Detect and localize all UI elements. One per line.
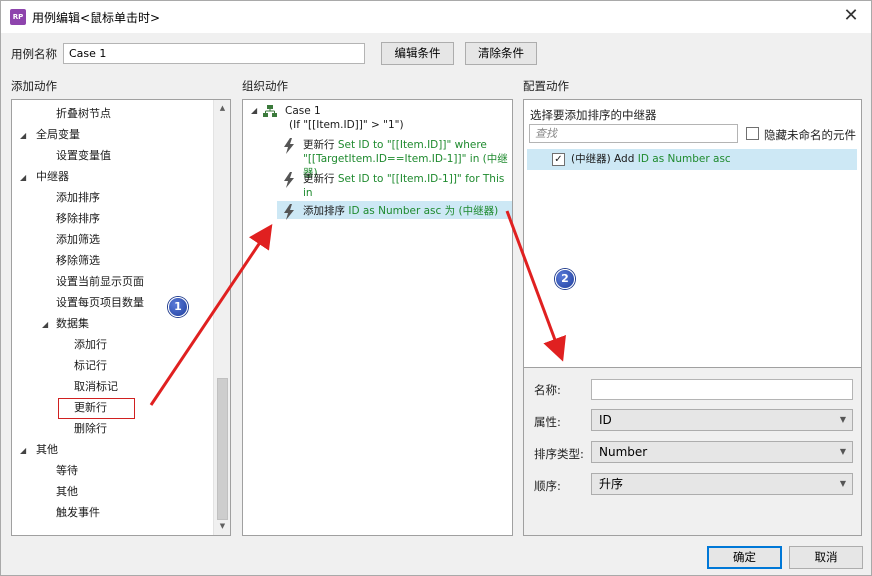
case-editor-dialog: RP 用例编辑<鼠标单击时> ✕ 用例名称 Case 1 编辑条件 清除条件 添… — [0, 0, 872, 576]
arrow-2 — [505, 210, 566, 362]
step-badge-2: 2 — [555, 269, 575, 289]
annotation-arrows — [149, 210, 566, 406]
step-badge-1: 1 — [168, 297, 188, 317]
arrow-1 — [149, 224, 273, 406]
